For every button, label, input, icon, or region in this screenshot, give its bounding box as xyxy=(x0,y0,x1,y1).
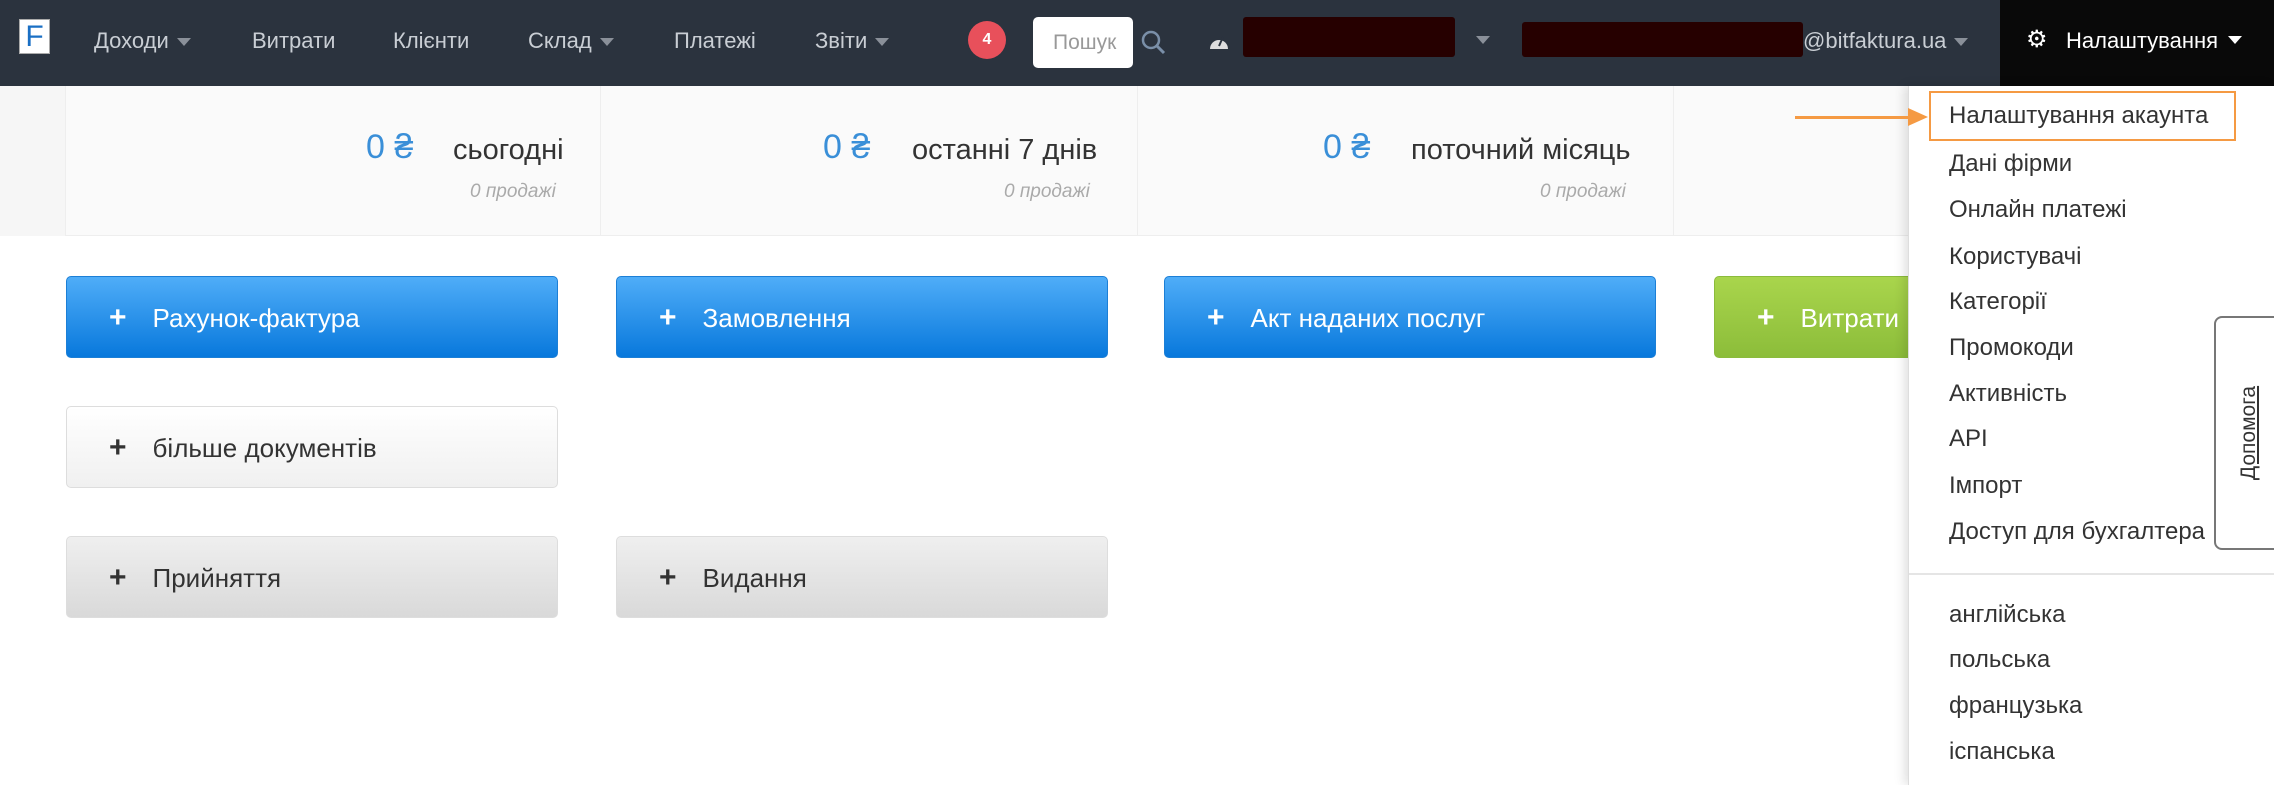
redacted-company[interactable] xyxy=(1243,17,1455,57)
gear-icon: ⚙ xyxy=(2026,26,2048,53)
new-order-button[interactable]: + Замовлення xyxy=(616,276,1108,358)
menu-item-promocodes[interactable]: Промокоди xyxy=(1949,334,2074,362)
nav-label: Склад xyxy=(528,28,592,53)
nav-expenses[interactable]: Витрати xyxy=(252,28,335,54)
settings-menu-toggle[interactable]: ⚙ Налаштування xyxy=(2000,0,2274,86)
search-placeholder: Пошук xyxy=(1053,31,1117,54)
nav-income[interactable]: Доходи xyxy=(94,28,191,54)
new-act-button[interactable]: + Акт наданих послуг xyxy=(1164,276,1656,358)
nav-label: Звіти xyxy=(815,28,868,53)
menu-divider xyxy=(1909,573,2274,575)
plus-icon: + xyxy=(109,431,127,464)
new-issue-button[interactable]: + Видання xyxy=(616,536,1108,618)
button-label: Акт наданих послуг xyxy=(1250,303,1486,333)
stats-left-strip xyxy=(0,86,65,236)
stat-label: останні 7 днів xyxy=(912,134,1098,166)
menu-item-accountant-access[interactable]: Доступ для бухгалтера xyxy=(1949,518,2205,546)
button-label: більше документів xyxy=(152,433,377,463)
menu-item-api[interactable]: API xyxy=(1949,425,1988,453)
app-logo[interactable]: F xyxy=(19,19,50,54)
notification-badge[interactable]: 4 xyxy=(968,21,1006,59)
chevron-down-icon xyxy=(875,38,890,47)
top-navbar: F Доходи Витрати Клієнти Склад Платежі З… xyxy=(0,0,2274,86)
plus-icon: + xyxy=(659,561,677,594)
nav-label: Доходи xyxy=(94,28,169,53)
stat-value: 0 ₴ xyxy=(366,128,414,166)
menu-item-lang-french[interactable]: французька xyxy=(1949,692,2082,720)
menu-item-lang-polish[interactable]: польська xyxy=(1949,646,2050,674)
user-email: @bitfaktura.ua xyxy=(1803,28,1947,53)
stat-sub: 0 продажі xyxy=(1004,181,1090,202)
stat-value: 0 ₴ xyxy=(1323,128,1371,166)
button-label: Рахунок-фактура xyxy=(152,303,360,333)
chevron-down-icon xyxy=(1954,38,1969,47)
stat-label: сьогодні xyxy=(453,134,564,166)
redacted-user[interactable] xyxy=(1522,22,1803,57)
menu-item-company-data[interactable]: Дані фірми xyxy=(1949,150,2072,178)
plus-icon: + xyxy=(109,301,127,334)
nav-warehouse[interactable]: Склад xyxy=(528,28,614,54)
more-documents-button[interactable]: + більше документів xyxy=(66,406,558,488)
menu-item-online-payments[interactable]: Онлайн платежі xyxy=(1949,196,2127,224)
menu-item-users[interactable]: Користувачі xyxy=(1949,243,2081,271)
stat-value: 0 ₴ xyxy=(823,128,871,166)
chevron-down-icon xyxy=(599,38,614,47)
plus-icon: + xyxy=(1757,301,1775,334)
button-label: Видання xyxy=(702,563,807,593)
annotation-arrow xyxy=(1795,116,1913,119)
button-label: Витрати xyxy=(1800,303,1900,333)
arrowhead-icon xyxy=(1908,108,1928,126)
button-label: Замовлення xyxy=(702,303,851,333)
help-tab[interactable]: Допомога xyxy=(2214,316,2274,550)
plus-icon: + xyxy=(659,301,677,334)
menu-item-lang-english[interactable]: англійська xyxy=(1949,601,2065,629)
nav-payments[interactable]: Платежі xyxy=(674,28,756,54)
stat-current-month: 0 ₴ поточний місяць 0 продажі xyxy=(1137,86,1673,236)
nav-reports[interactable]: Звіти xyxy=(815,28,890,54)
new-receipt-button[interactable]: + Прийняття xyxy=(66,536,558,618)
stat-sub: 0 продажі xyxy=(1540,181,1626,202)
menu-item-lang-spanish[interactable]: іспанська xyxy=(1949,738,2055,766)
highlight-box xyxy=(1929,91,2236,141)
stat-sub: 0 продажі xyxy=(470,181,556,202)
chevron-down-icon xyxy=(2228,36,2242,44)
chevron-down-icon[interactable] xyxy=(1476,36,1490,44)
button-label: Прийняття xyxy=(152,563,282,593)
plus-icon: + xyxy=(1207,301,1225,334)
menu-item-import[interactable]: Імпорт xyxy=(1949,472,2022,500)
new-invoice-button[interactable]: + Рахунок-фактура xyxy=(66,276,558,358)
menu-item-categories[interactable]: Категорії xyxy=(1949,288,2047,316)
stat-label: поточний місяць xyxy=(1411,134,1631,166)
search-icon[interactable] xyxy=(1141,30,1167,56)
settings-label: Налаштування xyxy=(2066,28,2219,53)
menu-item-activity[interactable]: Активність xyxy=(1949,380,2067,408)
dashboard-gauge-icon xyxy=(1210,36,1228,49)
plus-icon: + xyxy=(109,561,127,594)
chevron-down-icon xyxy=(176,38,191,47)
stat-today: 0 ₴ сьогодні 0 продажі xyxy=(65,86,600,236)
stat-7-days: 0 ₴ останні 7 днів 0 продажі xyxy=(600,86,1137,236)
help-label: Допомога xyxy=(2237,385,2260,481)
nav-clients[interactable]: Клієнти xyxy=(393,28,469,54)
search-input[interactable]: Пошук xyxy=(1033,17,1166,68)
user-menu[interactable]: @bitfaktura.ua xyxy=(1803,28,1969,54)
